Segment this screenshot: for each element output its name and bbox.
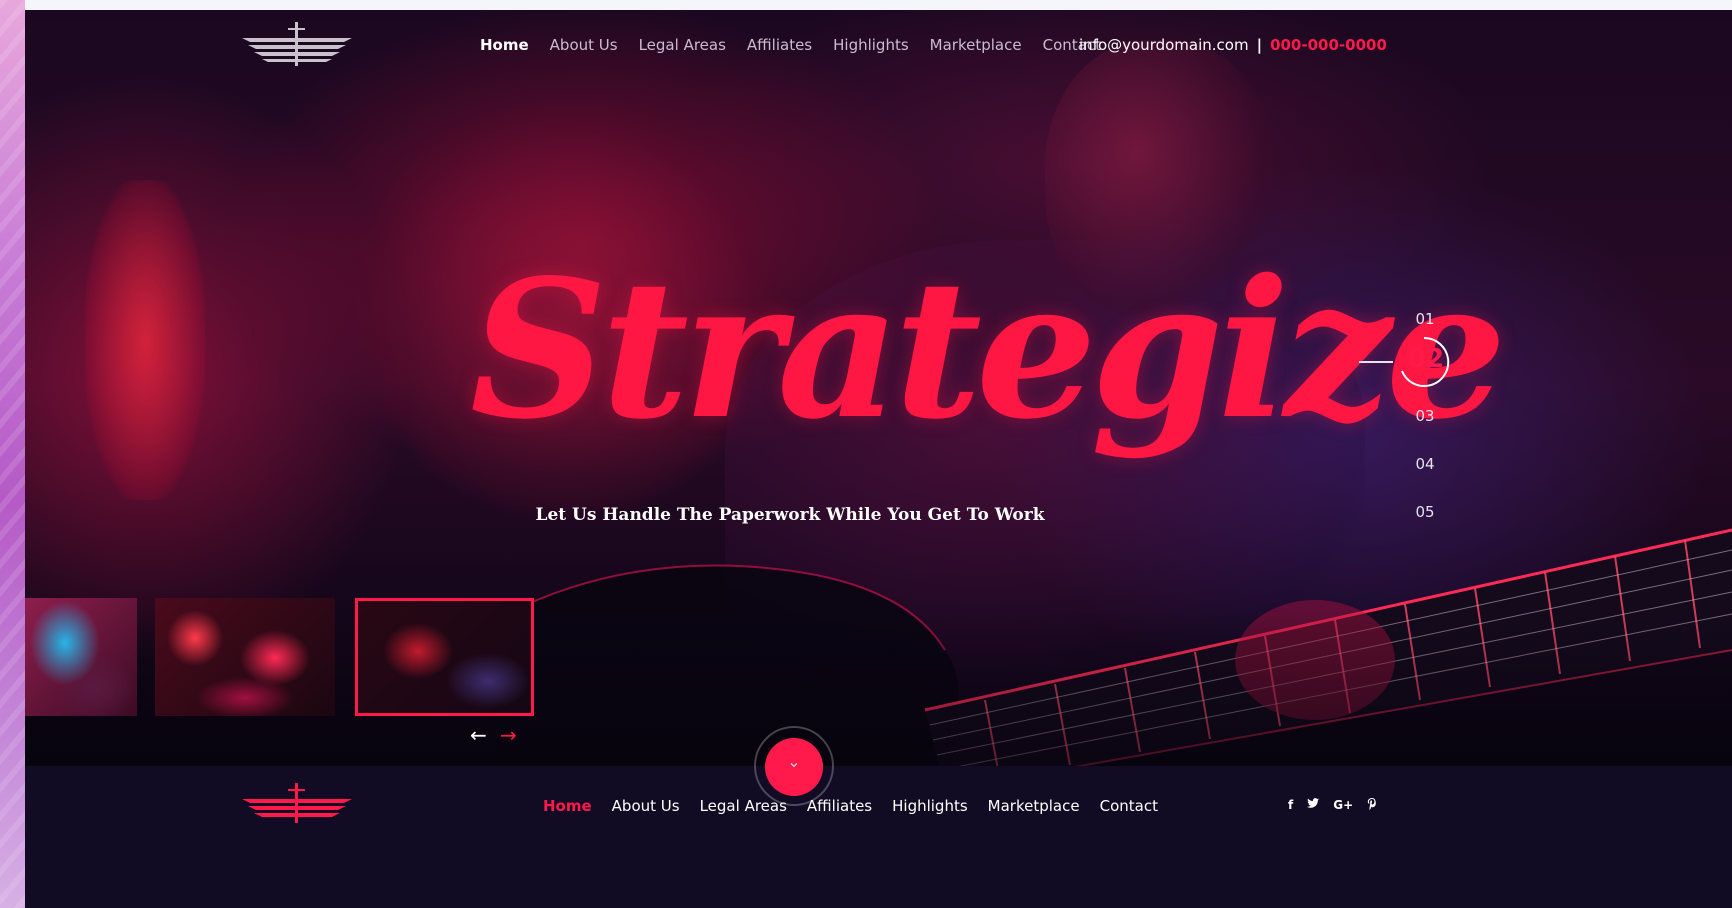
- footer-nav: Home About Us Legal Areas Affiliates Hig…: [543, 797, 1178, 815]
- hero-headline: Strategize: [470, 238, 1507, 461]
- contact-email[interactable]: info@yourdomain.com: [1079, 36, 1249, 54]
- footer-nav-home[interactable]: Home: [543, 797, 592, 815]
- slide-number-02[interactable]: 02: [1404, 344, 1448, 374]
- scroll-down-button[interactable]: ⌄: [765, 738, 823, 796]
- footer-nav-about-us[interactable]: About Us: [612, 797, 680, 815]
- hero-subtitle: Let Us Handle The Paperwork While You Ge…: [535, 505, 1045, 525]
- footer-nav-affiliates[interactable]: Affiliates: [807, 797, 872, 815]
- nav-marketplace[interactable]: Marketplace: [930, 36, 1022, 54]
- active-slide-line: [1359, 361, 1393, 363]
- arrow-left-icon[interactable]: ←: [470, 723, 487, 747]
- social-links: f G+: [1288, 798, 1391, 813]
- nav-about-us[interactable]: About Us: [550, 36, 618, 54]
- thumbnail-3-active[interactable]: [355, 598, 534, 716]
- slide-pagination: 01 02 03 04 05: [1355, 300, 1465, 530]
- chevron-down-icon: ⌄: [787, 752, 801, 771]
- twitter-bird-icon: [1307, 798, 1320, 808]
- google-plus-icon[interactable]: G+: [1333, 798, 1353, 813]
- facebook-icon[interactable]: f: [1288, 798, 1293, 813]
- left-adjacent-strip: [0, 0, 25, 908]
- contact-info: info@yourdomain.com | 000-000-0000: [1079, 36, 1387, 54]
- thumbnail-1[interactable]: [25, 598, 137, 716]
- slide-number-04[interactable]: 04: [1411, 455, 1439, 473]
- twitter-icon[interactable]: [1307, 798, 1320, 813]
- screen: Home About Us Legal Areas Affiliates Hig…: [0, 0, 1732, 908]
- slide-number-05[interactable]: 05: [1411, 503, 1439, 521]
- nav-home[interactable]: Home: [480, 36, 529, 54]
- header-nav: Home About Us Legal Areas Affiliates Hig…: [480, 36, 1122, 54]
- thumbnail-2[interactable]: [155, 598, 335, 716]
- footer-nav-highlights[interactable]: Highlights: [892, 797, 968, 815]
- footer-logo-scales-icon[interactable]: [232, 783, 362, 823]
- pinterest-p-icon: [1367, 798, 1376, 810]
- contact-phone[interactable]: 000-000-0000: [1270, 36, 1387, 54]
- slide-number-03[interactable]: 03: [1411, 407, 1439, 425]
- footer-nav-contact[interactable]: Contact: [1100, 797, 1158, 815]
- pinterest-icon[interactable]: [1367, 798, 1377, 813]
- slide-number-01[interactable]: 01: [1411, 310, 1439, 328]
- nav-affiliates[interactable]: Affiliates: [747, 36, 812, 54]
- footer-nav-marketplace[interactable]: Marketplace: [988, 797, 1080, 815]
- footer-nav-legal-areas[interactable]: Legal Areas: [700, 797, 787, 815]
- nav-highlights[interactable]: Highlights: [833, 36, 909, 54]
- nav-legal-areas[interactable]: Legal Areas: [639, 36, 726, 54]
- logo-scales-icon[interactable]: [232, 20, 362, 70]
- contact-separator: |: [1256, 36, 1263, 54]
- arrow-right-icon[interactable]: →: [500, 723, 517, 747]
- top-page-edge: [25, 0, 1732, 10]
